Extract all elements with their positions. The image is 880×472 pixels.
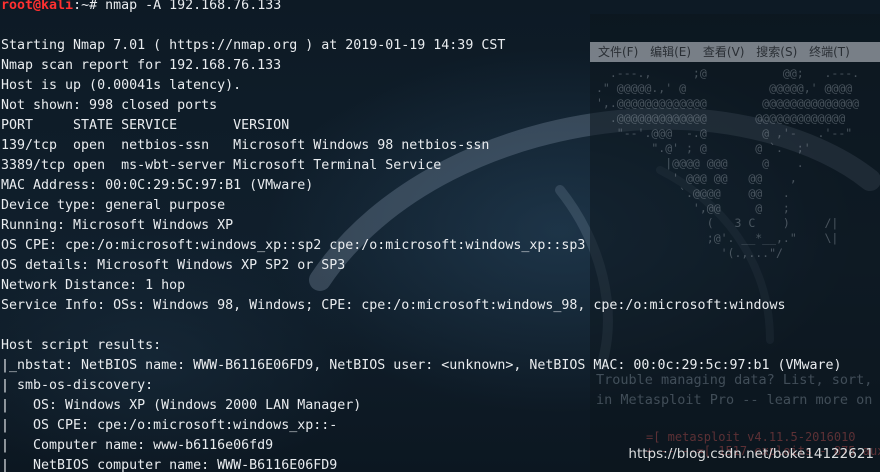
output-line: |_nbstat: NetBIOS name: WWW-B6116E06FD9,… [1,358,842,373]
output-line: | OS: Windows XP (Windows 2000 LAN Manag… [1,398,362,413]
output-line: | OS CPE: cpe:/o:microsoft:windows_xp::- [1,418,338,433]
output-line: Host is up (0.00041s latency). [1,78,242,93]
output-line: 139/tcp open netbios-ssn Microsoft Windo… [1,138,490,153]
output-line: PORT STATE SERVICE VERSION [1,118,290,133]
output-line: MAC Address: 00:0C:29:5C:97:B1 (VMware) [1,178,314,193]
output-line: 3389/tcp open ms-wbt-server Microsoft Te… [1,158,442,173]
output-line: Device type: general purpose [1,198,226,213]
output-line: Network Distance: 1 hop [1,278,186,293]
output-line: OS CPE: cpe:/o:microsoft:windows_xp::sp2… [1,238,586,253]
output-line: Not shown: 998 closed ports [1,98,218,113]
output-line: Starting Nmap 7.01 ( https://nmap.org ) … [1,38,506,53]
output-line: OS details: Microsoft Windows XP SP2 or … [1,258,346,273]
csdn-watermark: https://blog.csdn.net/boke14122621 [628,446,874,462]
command-text: nmap -A 192.168.76.133 [105,0,282,13]
output-line: Nmap scan report for 192.168.76.133 [1,58,282,73]
terminal-output[interactable]: root@kali:~# nmap -A 192.168.76.133 Star… [0,0,880,472]
output-line: | smb-os-discovery: [1,378,154,393]
prompt-user-host: root@kali [1,0,74,13]
output-line: Service Info: OSs: Windows 98, Windows; … [1,298,786,313]
command-prompt-line: root@kali:~# nmap -A 192.168.76.133 [0,0,880,16]
output-line: Host script results: [1,338,162,353]
prompt-path: :~# [73,0,106,13]
output-line: Running: Microsoft Windows XP [1,218,234,233]
